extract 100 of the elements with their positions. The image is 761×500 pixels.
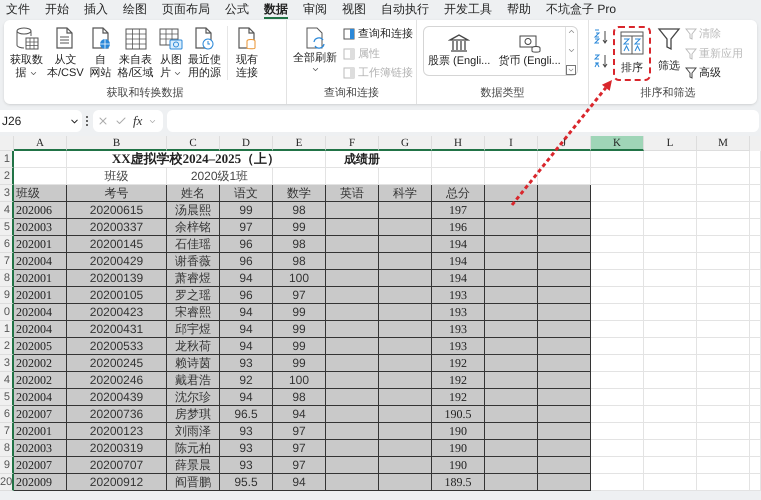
table-cell: 196 [432, 219, 485, 236]
empty-cell [697, 168, 750, 185]
column-header[interactable]: D [220, 136, 273, 151]
menu-tab[interactable]: 绘图 [123, 1, 147, 19]
empty-cell [644, 372, 697, 389]
ribbon-small-button[interactable]: 高级 [685, 65, 743, 82]
table-cell: 20200912 [67, 474, 167, 491]
column-header[interactable]: A [14, 136, 67, 151]
table-cell: 20200707 [67, 457, 167, 474]
table-cell: 202002 [14, 372, 67, 389]
table-cell: 98 [273, 389, 326, 406]
empty-cell [697, 474, 750, 491]
table-cell: 98 [273, 253, 326, 270]
column-header[interactable]: K [591, 136, 644, 151]
filter-button[interactable]: 筛选 [653, 26, 685, 74]
empty-cell [697, 338, 750, 355]
table-cell: 余梓铭 [167, 219, 220, 236]
column-header[interactable]: H [432, 136, 485, 151]
ribbon-small-button[interactable]: 查询和连接 [343, 26, 413, 42]
empty-cell [697, 287, 750, 304]
table-cell: 202004 [14, 321, 67, 338]
column-header[interactable]: E [273, 136, 326, 151]
table-cell: 97 [273, 457, 326, 474]
table-cell: 190 [432, 440, 485, 457]
menu-tab[interactable]: 页面布局 [162, 1, 210, 19]
panel-icon [343, 28, 355, 40]
table-cell: 99 [220, 202, 273, 219]
table-cell: XX虚拟学校2024–2025（上） [67, 151, 326, 168]
group-title: 获取和转换数据 [106, 86, 184, 100]
table-cell: 98 [273, 202, 326, 219]
row-number: 2 [0, 168, 14, 185]
menu-tab[interactable]: 开发工具 [444, 1, 492, 19]
sort-button[interactable]: 排序 [613, 26, 651, 80]
ribbon-button[interactable]: 来自表 格/区域 [116, 26, 156, 80]
menu-tab[interactable]: 公式 [225, 1, 249, 19]
table-cell: 194 [432, 236, 485, 253]
ribbon-button[interactable]: 从图 片 [156, 26, 186, 80]
empty-cell [697, 219, 750, 236]
chevron-icon [172, 69, 182, 78]
empty-cell [697, 304, 750, 321]
formula-input[interactable] [167, 110, 759, 132]
row-number: 8 [0, 440, 14, 457]
ribbon-button[interactable]: 现有 连接 [226, 26, 262, 80]
more-icon[interactable] [86, 116, 89, 126]
column-header[interactable]: F [326, 136, 379, 151]
empty-cell [644, 406, 697, 423]
ribbon-button[interactable]: 最近使 用的源 [186, 26, 223, 80]
column-header[interactable]: G [379, 136, 432, 151]
data-type-button[interactable]: 货币 (Engli... [494, 27, 565, 75]
empty-cell [644, 304, 697, 321]
menu-tab[interactable]: 插入 [84, 1, 108, 19]
corner-cell[interactable] [0, 136, 14, 151]
ribbon-button[interactable]: 自 网站 [86, 26, 116, 80]
table-cell: 202004 [14, 253, 67, 270]
table-cell: 20200423 [67, 304, 167, 321]
scroll-up-icon[interactable] [566, 27, 576, 36]
table-cell: 20200319 [67, 440, 167, 457]
table-cell: 100 [273, 270, 326, 287]
table-cell: 97 [220, 219, 273, 236]
data-type-button[interactable]: 股票 (Engli... [424, 27, 494, 75]
column-header[interactable]: L [644, 136, 697, 151]
menu-tab[interactable]: 帮助 [507, 1, 531, 19]
table-cell: 194 [432, 253, 485, 270]
menu-tab[interactable]: 开始 [45, 1, 69, 19]
chevron-icon [28, 69, 38, 78]
table-cell: 20200105 [67, 287, 167, 304]
ribbon-button[interactable]: 从文 本/CSV [45, 26, 86, 80]
column-header[interactable]: B [67, 136, 167, 151]
empty-cell [697, 185, 750, 202]
empty-cell [750, 372, 761, 389]
menu-tab[interactable]: 不坑盒子 Pro [546, 1, 616, 19]
empty-cell [644, 185, 697, 202]
row-number: 2 [0, 338, 14, 355]
refresh-all-button[interactable]: 全部刷新 [291, 26, 339, 74]
menu-tab[interactable]: 视图 [342, 1, 366, 19]
check-icon[interactable] [115, 115, 127, 127]
expand-icon[interactable] [566, 65, 576, 75]
table-cell: 20200337 [67, 219, 167, 236]
scroll-down-icon[interactable] [566, 46, 576, 55]
empty-cell [644, 219, 697, 236]
table-cell: 94 [273, 406, 326, 423]
row-number: 1 [0, 151, 14, 168]
table-cell: 202006 [14, 202, 67, 219]
empty-cell [697, 423, 750, 440]
name-box[interactable]: J26 [0, 110, 82, 132]
picture-table-icon [158, 26, 184, 52]
ribbon-button[interactable]: 获取数 据 [8, 26, 45, 80]
function-button[interactable]: fx [133, 111, 142, 131]
menu-tab[interactable]: 审阅 [303, 1, 327, 19]
column-header[interactable]: M [697, 136, 750, 151]
table-cell: 99 [273, 321, 326, 338]
menu-tab[interactable]: 自动执行 [381, 1, 429, 19]
column-header[interactable]: C [167, 136, 220, 151]
column-header[interactable]: I [485, 136, 538, 151]
empty-cell [697, 406, 750, 423]
menu-tab[interactable]: 文件 [6, 1, 30, 19]
table-cell: 刘雨泽 [167, 423, 220, 440]
cancel-icon[interactable] [97, 115, 109, 127]
row-number: 20 [0, 474, 14, 491]
empty-cell [697, 457, 750, 474]
